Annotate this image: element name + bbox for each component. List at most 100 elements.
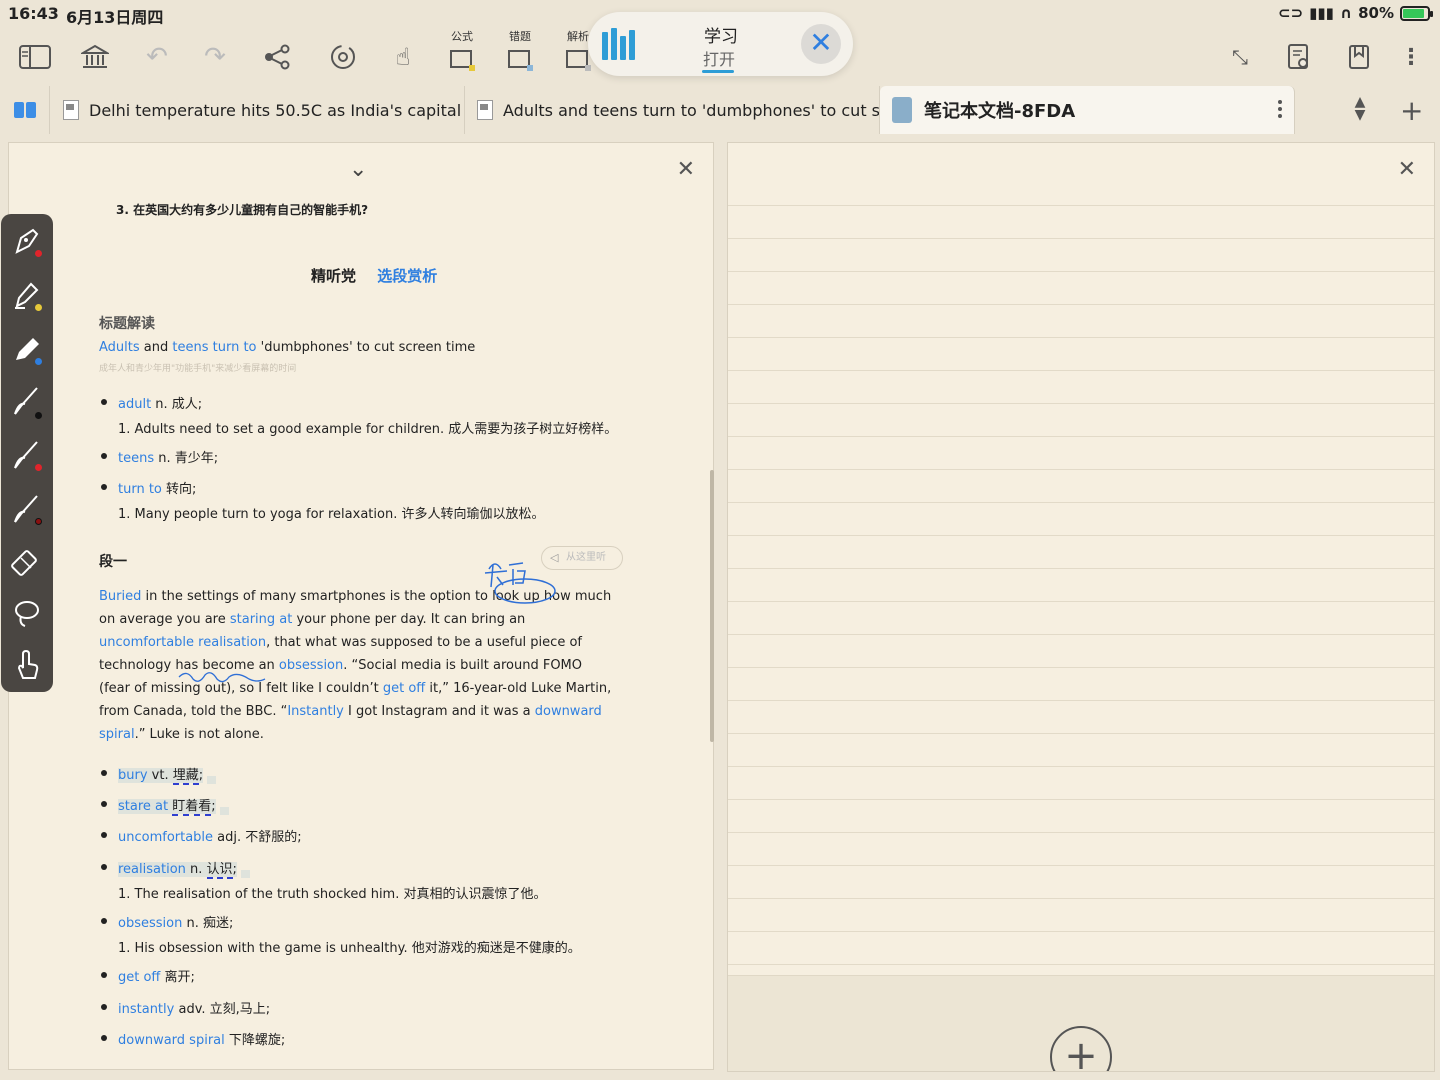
more-options-icon[interactable]: ⋮ (1394, 40, 1428, 74)
sidebar-toggle-icon[interactable] (18, 40, 52, 74)
vocab-item: stare at 盯着看; (118, 795, 229, 816)
brush-color-dot (35, 412, 42, 419)
lasso-icon[interactable] (11, 596, 43, 632)
battery-icon (1400, 5, 1433, 21)
brush-dark-color-dot (35, 518, 42, 525)
bullet (101, 484, 107, 490)
heading-b[interactable]: 选段赏析 (377, 267, 437, 285)
vocab-item: downward spiral 下降螺旋; (118, 1033, 286, 1048)
add-page-button[interactable]: + (1050, 1026, 1112, 1071)
vocab-item: bury vt. 埋藏; (118, 764, 217, 785)
status-time: 16:43 (8, 4, 59, 23)
popup-subtitle: 打开 (703, 50, 736, 69)
paragraph-text: Buried in the settings of many smartphon… (99, 589, 612, 742)
sync-settings-icon[interactable] (326, 40, 360, 74)
document-icon (63, 100, 79, 120)
vocab-example: 1. The realisation of the truth shocked … (118, 887, 547, 902)
brush-red-color-dot (35, 464, 42, 471)
books-icon (602, 28, 638, 60)
tab-notebook[interactable]: 笔记本文档-8FDA (880, 86, 1295, 134)
paragraph-label: 段一 (99, 554, 127, 570)
add-tab-icon[interactable]: + (1400, 94, 1423, 127)
chevron-down-icon[interactable]: ⌄ (349, 157, 367, 182)
vocab-item: obsession n. 痴迷; (118, 916, 234, 931)
handwriting-squiggle[interactable] (177, 667, 267, 687)
document-icon (477, 100, 493, 120)
title-line: Adults and teens turn to 'dumbphones' to… (99, 340, 476, 355)
bullet (101, 801, 107, 807)
note-icon[interactable] (240, 870, 250, 878)
bullet (101, 918, 107, 924)
vocab-item: instantly adv. 立刻,马上; (118, 1002, 271, 1017)
popup-underline (702, 70, 734, 73)
mistakes-select-icon[interactable] (502, 42, 536, 76)
search-document-icon[interactable] (1282, 40, 1316, 74)
page-footer: + (728, 975, 1434, 1071)
vocab-example: 1. His obsession with the game is unheal… (118, 941, 581, 956)
document-scrollbar[interactable] (710, 470, 714, 742)
tab-sort-icon[interactable]: ▲ ▼ (1348, 95, 1372, 122)
section-heading: 精听党 选段赏析 (311, 265, 437, 286)
title-translation: 成年人和青少年用"功能手机"来减少看屏幕的时间 (99, 364, 297, 374)
ruled-paper[interactable] (728, 173, 1434, 975)
status-date: 6月13日周四 (66, 8, 164, 27)
bullet (101, 1035, 107, 1041)
tab-bar: Delhi temperature hits 50.5C as India's … (0, 86, 1440, 134)
headphones-icon: ∩ (1339, 4, 1353, 22)
undo-icon[interactable]: ↶ (140, 40, 174, 74)
collapse-icon[interactable]: ⤡ (1223, 40, 1257, 74)
title-section-label: 标题解读 (99, 316, 155, 332)
vocab-item: get off 离开; (118, 970, 195, 985)
bullet (101, 770, 107, 776)
tab-label: Adults and teens turn to 'dumbphones' to… (503, 100, 880, 120)
document-panel[interactable]: ⌄ ✕ 3. 在英国大约有多少儿童拥有自己的智能手机? 精听党 选段赏析 标题解… (8, 142, 714, 1070)
popup-title: 学习 (704, 27, 738, 47)
redo-icon[interactable]: ↷ (198, 40, 232, 74)
library-icon[interactable] (78, 40, 112, 74)
handwriting-annotation[interactable] (477, 551, 567, 607)
vocab-item: realisation n. 认识; (118, 858, 250, 879)
bullet (101, 453, 107, 459)
bullet (101, 399, 107, 405)
hand-touch-icon[interactable] (11, 648, 43, 684)
bullet (101, 864, 107, 870)
bookmark-icon[interactable] (1342, 40, 1376, 74)
vocab-item: turn to 转向; (118, 482, 197, 497)
close-icon[interactable]: ✕ (677, 157, 695, 182)
tab-label: 笔记本文档-8FDA (924, 101, 1076, 122)
eraser-icon[interactable] (11, 544, 43, 580)
formula-select-icon[interactable] (444, 42, 478, 76)
vocab-example: 1. Adults need to set a good example for… (118, 422, 618, 437)
note-icon[interactable] (207, 776, 217, 784)
close-icon[interactable]: ✕ (1398, 157, 1416, 182)
battery-percent: 80% (1358, 4, 1394, 22)
vocab-example: 1. Many people turn to yoga for relaxati… (118, 507, 545, 522)
share-icon[interactable] (260, 40, 294, 74)
question-text: 3. 在英国大约有多少儿童拥有自己的智能手机? (116, 203, 369, 217)
highlighter-color-dot (35, 304, 42, 311)
popup-close-button[interactable]: ✕ (801, 24, 841, 64)
link-icon: ⊂⊃ (1278, 4, 1304, 22)
bullet (101, 832, 107, 838)
bullet (101, 972, 107, 978)
vocab-item: teens n. 青少年; (118, 451, 219, 466)
vocab-item: uncomfortable adj. 不舒服的; (118, 830, 302, 845)
tab-label: Delhi temperature hits 50.5C as India's … (89, 100, 465, 120)
tab-delhi-temperature[interactable]: Delhi temperature hits 50.5C as India's … (51, 86, 465, 134)
heading-a: 精听党 (311, 267, 357, 285)
split-view-icon[interactable] (0, 86, 50, 134)
notebook-panel[interactable]: ✕ + (727, 142, 1435, 1072)
tab-dumbphones[interactable]: Adults and teens turn to 'dumbphones' to… (465, 86, 880, 134)
pencil-color-dot (35, 358, 42, 365)
vocab-item: adult n. 成人; (118, 397, 203, 412)
bullet (101, 1004, 107, 1010)
note-icon[interactable] (219, 807, 229, 815)
notebook-icon (892, 97, 912, 123)
pen-color-dot (35, 250, 42, 257)
hand-tool-icon[interactable]: ☝ (386, 40, 420, 74)
signal-icon: ▮▮▮ (1309, 4, 1334, 22)
status-right: ⊂⊃ ▮▮▮ ∩ 80% (1278, 4, 1433, 22)
study-popup[interactable]: 学习 打开 ✕ (588, 12, 853, 76)
pen-toolbar (1, 214, 53, 692)
tab-more-icon[interactable] (1278, 100, 1282, 118)
